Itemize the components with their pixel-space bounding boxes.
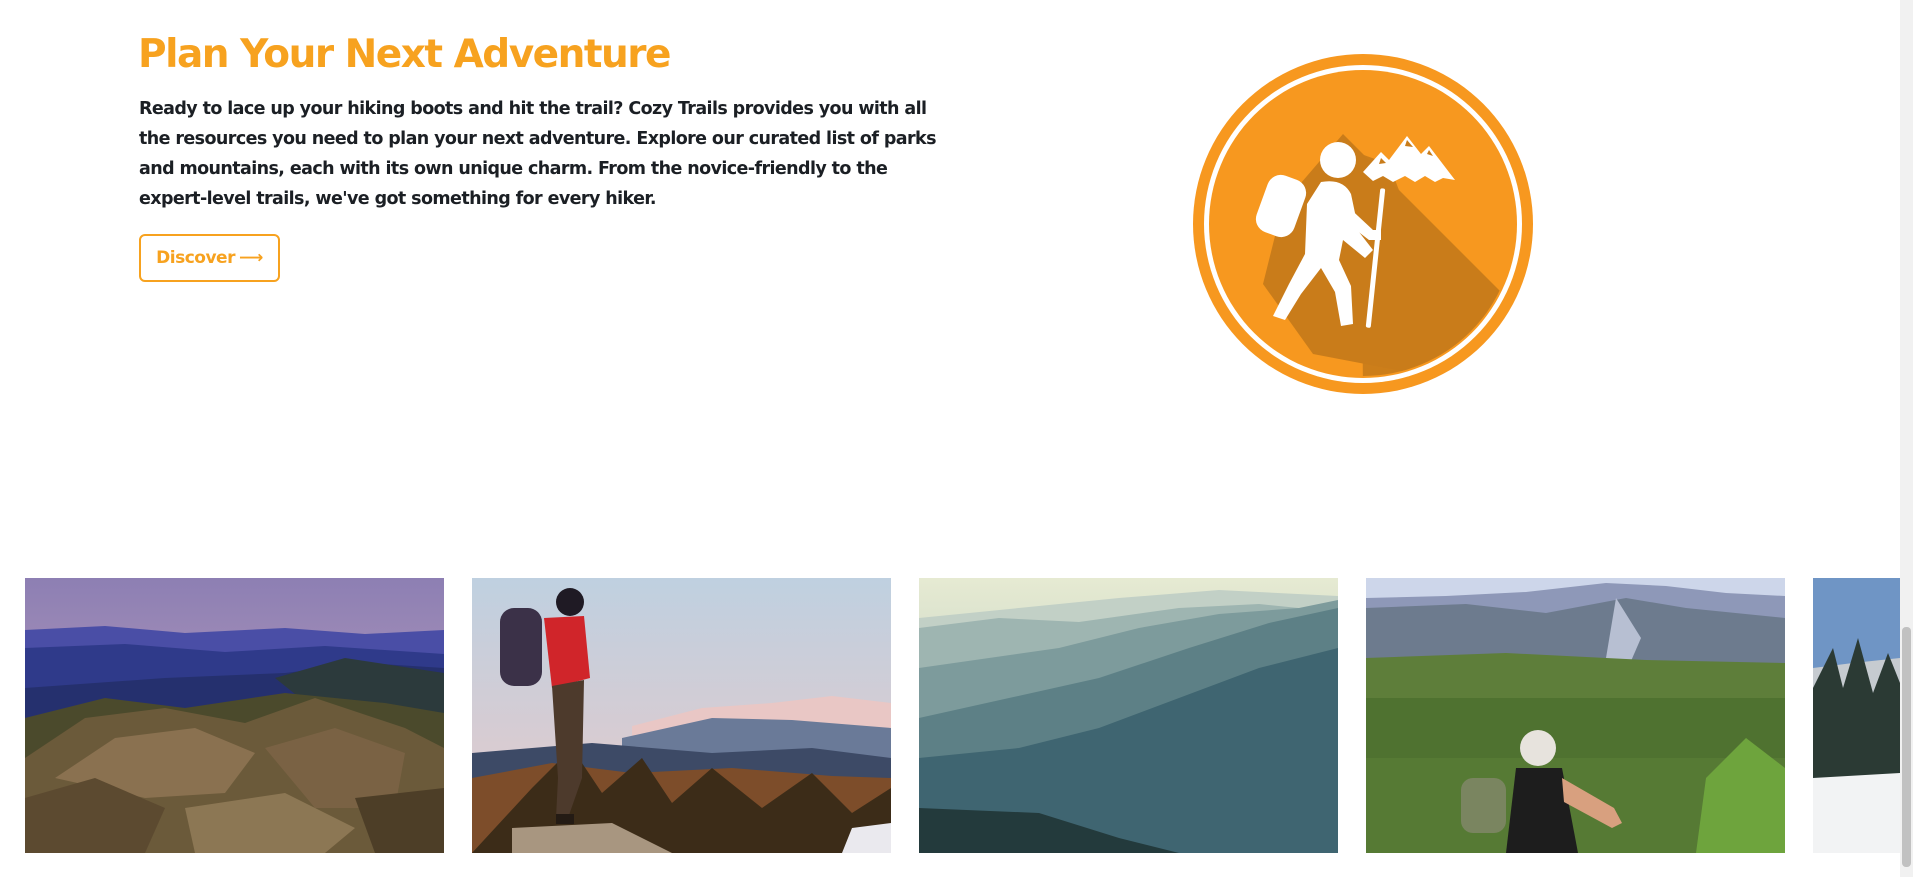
- discover-button-label: Discover: [156, 248, 235, 268]
- page-scrollbar[interactable]: [1900, 0, 1913, 877]
- scrollbar-thumb[interactable]: [1902, 627, 1911, 867]
- arrow-right-icon: ⟶: [238, 248, 263, 268]
- section-title: Plan Your Next Adventure: [138, 32, 671, 77]
- gallery-photo-misty-ridges[interactable]: [919, 578, 1338, 853]
- photo-gallery: [0, 578, 1900, 853]
- gallery-photo-snowy-trees[interactable]: [1813, 578, 1900, 853]
- discover-button[interactable]: Discover ⟶: [139, 234, 280, 282]
- gallery-photo-hiker-valley[interactable]: [1366, 578, 1785, 853]
- hiker-badge-icon: [1193, 54, 1533, 394]
- gallery-photo-rocky-summit[interactable]: [25, 578, 444, 853]
- section-description: Ready to lace up your hiking boots and h…: [139, 99, 936, 209]
- gallery-photo-hiker-red-jacket[interactable]: [472, 578, 891, 853]
- page: Plan Your Next Adventure Ready to lace u…: [0, 0, 1913, 877]
